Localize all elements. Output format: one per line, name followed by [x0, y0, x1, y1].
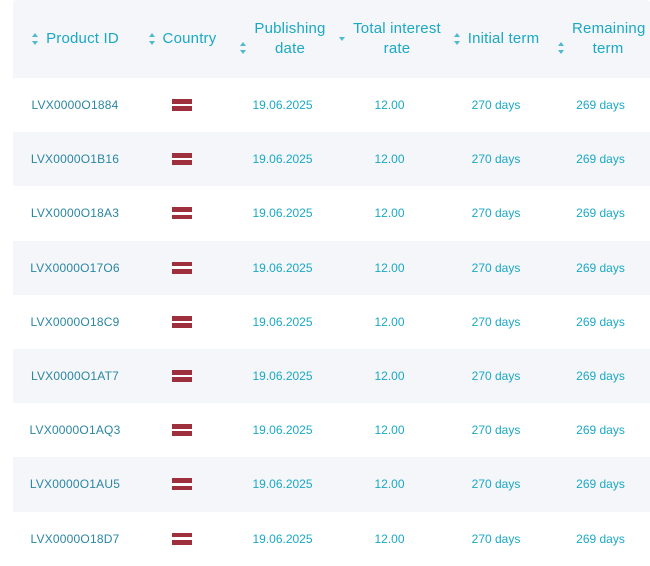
interest-rate-cell: 12.00 — [374, 477, 405, 492]
initial-term-cell: 270 days — [471, 260, 521, 275]
latvia-flag-icon — [172, 153, 192, 166]
column-header-total-interest-rate[interactable]: Total interest rate — [338, 0, 441, 78]
interest-rate-cell: 12.00 — [374, 98, 405, 113]
remaining-term-cell: 269 days — [576, 531, 625, 546]
publishing-date-cell: 19.06.2025 — [252, 477, 313, 492]
remaining-term-cell: 269 days — [576, 260, 625, 275]
latvia-flag-icon — [172, 99, 192, 112]
column-label: Country — [162, 30, 217, 47]
column-label: Product ID — [46, 30, 119, 47]
latvia-flag-icon — [172, 532, 192, 545]
table-row[interactable]: LVX0000O1AQ3 19.06.2025 12.00 270 days 2… — [13, 403, 650, 457]
interest-rate-cell: 12.00 — [374, 531, 405, 546]
initial-term-cell: 270 days — [471, 98, 521, 113]
product-id-cell[interactable]: LVX0000O1AT7 — [13, 369, 137, 383]
remaining-term-cell: 269 days — [576, 423, 625, 438]
publishing-date-cell: 19.06.2025 — [252, 206, 313, 221]
sort-icon — [31, 33, 40, 45]
remaining-term-cell: 269 days — [576, 314, 625, 329]
latvia-flag-icon — [172, 261, 192, 274]
column-header-remaining-term[interactable]: Remaining term — [551, 0, 650, 78]
column-header-initial-term[interactable]: Initial term — [441, 0, 551, 78]
latvia-flag-icon — [172, 424, 192, 437]
interest-rate-cell: 12.00 — [374, 260, 405, 275]
country-cell — [137, 424, 227, 437]
publishing-date-cell: 19.06.2025 — [252, 369, 313, 384]
publishing-date-cell: 19.06.2025 — [252, 423, 313, 438]
initial-term-cell: 270 days — [471, 369, 521, 384]
sort-icon — [148, 33, 157, 45]
remaining-term-cell: 269 days — [576, 206, 625, 221]
column-label: Publishing date — [254, 20, 326, 57]
sort-icon — [239, 42, 248, 54]
column-label: Remaining term — [572, 20, 646, 57]
sort-desc-icon — [338, 33, 347, 45]
country-cell — [137, 207, 227, 220]
remaining-term-cell: 269 days — [576, 152, 625, 167]
country-cell — [137, 315, 227, 328]
table-row[interactable]: LVX0000O18A3 19.06.2025 12.00 270 days 2… — [13, 186, 650, 240]
initial-term-cell: 270 days — [471, 477, 521, 492]
interest-rate-cell: 12.00 — [374, 206, 405, 221]
table-body: LVX0000O1884 19.06.2025 12.00 270 days 2… — [13, 78, 650, 566]
product-id-cell[interactable]: LVX0000O1AU5 — [13, 477, 137, 491]
product-id-cell[interactable]: LVX0000O1884 — [13, 98, 137, 112]
remaining-term-cell: 269 days — [576, 98, 625, 113]
table-row[interactable]: LVX0000O18D7 19.06.2025 12.00 270 days 2… — [13, 512, 650, 566]
interest-rate-cell: 12.00 — [374, 152, 405, 167]
loans-table: Product ID Country Publishing date Total… — [13, 0, 650, 566]
column-label: Total interest rate — [353, 20, 441, 57]
latvia-flag-icon — [172, 370, 192, 383]
publishing-date-cell: 19.06.2025 — [252, 531, 313, 546]
remaining-term-cell: 269 days — [576, 477, 625, 492]
publishing-date-cell: 19.06.2025 — [252, 152, 313, 167]
publishing-date-cell: 19.06.2025 — [252, 260, 313, 275]
interest-rate-cell: 12.00 — [374, 423, 405, 438]
table-row[interactable]: LVX0000O1884 19.06.2025 12.00 270 days 2… — [13, 78, 650, 132]
column-header-product-id[interactable]: Product ID — [13, 0, 137, 78]
country-cell — [137, 370, 227, 383]
table-row[interactable]: LVX0000O17O6 19.06.2025 12.00 270 days 2… — [13, 240, 650, 295]
table-row[interactable]: LVX0000O1B16 19.06.2025 12.00 270 days 2… — [13, 132, 650, 187]
initial-term-cell: 270 days — [471, 423, 521, 438]
initial-term-cell: 270 days — [471, 206, 521, 221]
table-header: Product ID Country Publishing date Total… — [13, 0, 650, 78]
country-cell — [137, 261, 227, 274]
column-header-country[interactable]: Country — [137, 0, 227, 78]
publishing-date-cell: 19.06.2025 — [252, 98, 313, 113]
latvia-flag-icon — [172, 478, 192, 491]
product-id-cell[interactable]: LVX0000O17O6 — [13, 261, 137, 275]
remaining-term-cell: 269 days — [576, 369, 625, 384]
country-cell — [137, 532, 227, 545]
table-row[interactable]: LVX0000O18C9 19.06.2025 12.00 270 days 2… — [13, 295, 650, 349]
product-id-cell[interactable]: LVX0000O18C9 — [13, 315, 137, 329]
interest-rate-cell: 12.00 — [374, 314, 405, 329]
latvia-flag-icon — [172, 207, 192, 220]
column-label: Initial term — [467, 30, 540, 47]
product-id-cell[interactable]: LVX0000O18A3 — [13, 206, 137, 220]
country-cell — [137, 153, 227, 166]
country-cell — [137, 478, 227, 491]
column-header-publishing-date[interactable]: Publishing date — [227, 0, 338, 78]
publishing-date-cell: 19.06.2025 — [252, 314, 313, 329]
interest-rate-cell: 12.00 — [374, 369, 405, 384]
country-cell — [137, 99, 227, 112]
product-id-cell[interactable]: LVX0000O1AQ3 — [13, 423, 137, 437]
initial-term-cell: 270 days — [471, 314, 521, 329]
sort-icon — [453, 33, 462, 45]
initial-term-cell: 270 days — [471, 531, 521, 546]
sort-icon — [557, 42, 566, 54]
product-id-cell[interactable]: LVX0000O1B16 — [13, 152, 137, 166]
latvia-flag-icon — [172, 315, 192, 328]
initial-term-cell: 270 days — [471, 152, 521, 167]
product-id-cell[interactable]: LVX0000O18D7 — [13, 532, 137, 546]
table-row[interactable]: LVX0000O1AT7 19.06.2025 12.00 270 days 2… — [13, 348, 650, 404]
table-row[interactable]: LVX0000O1AU5 19.06.2025 12.00 270 days 2… — [13, 457, 650, 512]
